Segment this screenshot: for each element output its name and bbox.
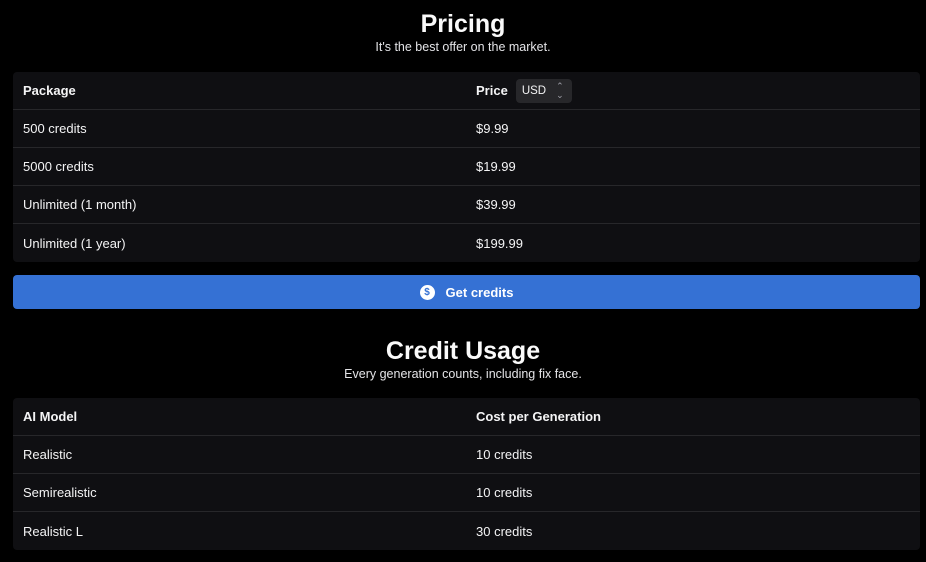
pricing-page: Pricing It's the best offer on the marke… [0,0,926,562]
column-header-model: AI Model [23,409,78,424]
model-cost: 10 credits [476,485,533,500]
usage-table: AI Model Cost per Generation Realistic 1… [13,398,920,550]
package-price: $39.99 [476,197,516,212]
usage-subtitle: Every generation counts, including fix f… [344,367,582,381]
table-row: Realistic 10 credits [13,436,920,474]
pricing-header: Pricing It's the best offer on the marke… [0,10,926,55]
get-credits-label: Get credits [445,284,514,300]
column-header-package: Package [23,83,76,98]
model-cost: 10 credits [476,447,533,462]
price-header-label: Price [476,83,508,98]
table-row: 5000 credits $19.99 [13,148,920,186]
dollar-coin-icon: $ [419,284,435,300]
model-name: Semirealistic [23,485,97,500]
usage-title: Credit Usage [385,337,541,365]
pricing-table-header: Package Price USD ⌃ ⌄ [13,72,920,110]
currency-select-value: USD [521,84,547,97]
get-credits-button[interactable]: $ Get credits [13,275,920,309]
table-row: Semirealistic 10 credits [13,474,920,512]
model-cost: 30 credits [476,523,533,539]
column-header-cost: Cost per Generation [476,409,601,424]
chevron-up-down-icon: ⌃ ⌄ [556,80,564,100]
usage-table-header: AI Model Cost per Generation [13,398,920,436]
table-row: Unlimited (1 year) $199.99 [13,224,920,262]
package-name: 500 credits [23,121,87,136]
package-price: $199.99 [476,235,523,251]
table-row: Realistic L 30 credits [13,512,920,550]
package-name: Unlimited (1 year) [23,235,126,251]
usage-header: Credit Usage Every generation counts, in… [0,337,926,382]
package-price: $19.99 [476,159,516,174]
package-name: 5000 credits [23,159,94,174]
package-name: Unlimited (1 month) [23,197,137,212]
package-price: $9.99 [476,121,509,136]
model-name: Realistic [23,447,73,462]
pricing-subtitle: It's the best offer on the market. [375,40,551,54]
table-row: Unlimited (1 month) $39.99 [13,186,920,224]
model-name: Realistic L [23,523,83,539]
column-header-price: Price USD ⌃ ⌄ [476,72,572,109]
pricing-title: Pricing [420,10,506,38]
table-row: 500 credits $9.99 [13,110,920,148]
pricing-table: Package Price USD ⌃ ⌄ 500 credits $9.99 5… [13,72,920,262]
currency-select[interactable]: USD ⌃ ⌄ [515,78,572,103]
